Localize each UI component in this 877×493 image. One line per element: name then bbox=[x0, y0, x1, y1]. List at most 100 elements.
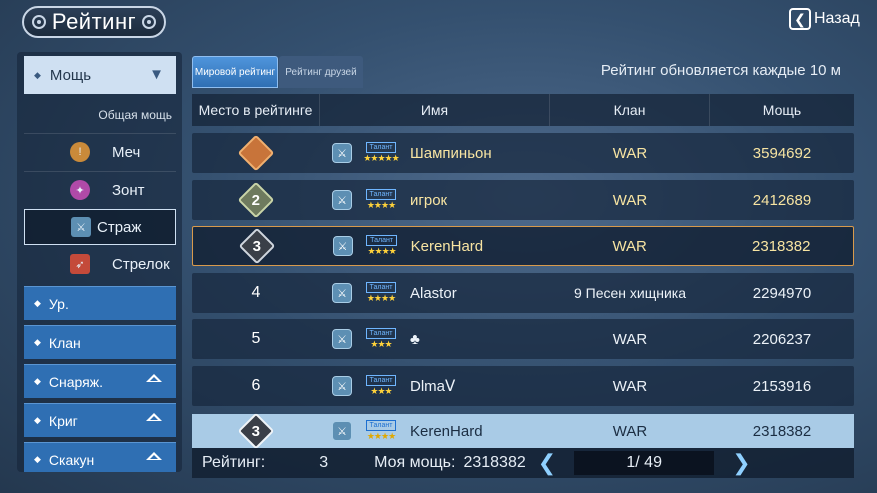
next-page-button[interactable]: ❯ bbox=[732, 450, 750, 476]
rating-value: 3 bbox=[319, 454, 329, 471]
talent-stars: ★★★★★ bbox=[363, 153, 399, 163]
rank-cell: 5 bbox=[251, 330, 261, 347]
talent-badge: Талант ★★★ bbox=[356, 328, 406, 350]
category-label: Мощь bbox=[49, 66, 92, 84]
category-level[interactable]: ◆ Ур. bbox=[24, 286, 176, 320]
guardian-class-icon: ⚔ bbox=[332, 190, 352, 210]
sub-item-label: Зонт bbox=[112, 181, 145, 199]
ornament-icon bbox=[142, 15, 157, 29]
back-arrow-icon: ❮ bbox=[789, 8, 811, 30]
my-power-label: Моя мощь: bbox=[374, 454, 456, 471]
table-row[interactable]: 4 ⚔ Талант ★★★★ Alastor 9 Песен хищника 2… bbox=[192, 273, 854, 313]
talent-label: Талант bbox=[366, 235, 398, 246]
chevron-up-icon bbox=[146, 374, 162, 382]
talent-badge: Талант ★★★★ bbox=[357, 235, 407, 257]
power-cell: 2294970 bbox=[752, 284, 812, 302]
my-ranking-row: 3 ⚔ Талант ★★★★ KerenHard WAR 2318382 bbox=[192, 412, 854, 450]
player-name: ♣ bbox=[410, 330, 420, 348]
power-cell: 2318382 bbox=[752, 422, 812, 440]
rank-cell: 2 bbox=[192, 181, 320, 219]
talent-badge: Талант ★★★★ bbox=[356, 420, 406, 442]
sub-item-sword[interactable]: ! Меч bbox=[24, 134, 176, 170]
rank-cell bbox=[192, 134, 320, 172]
category-label: Ур. bbox=[48, 295, 69, 312]
talent-stars: ★★★ bbox=[370, 339, 392, 349]
name-cell: ⚔ Талант ★★★★ KerenHard bbox=[321, 235, 550, 257]
guardian-class-icon: ⚔ bbox=[332, 143, 352, 163]
column-header-clan: Клан bbox=[550, 94, 710, 126]
category-clan[interactable]: ◆ Клан bbox=[24, 325, 176, 359]
talent-label: Талант bbox=[365, 375, 397, 386]
category-power[interactable]: ◆ Мощь ▼ bbox=[24, 56, 176, 94]
table-header: Место в рейтинге Имя Клан Мощь bbox=[192, 94, 854, 126]
table-row[interactable]: 6 ⚔ Талант ★★★ Dlmaᐯ WAR 2153916 bbox=[192, 366, 854, 406]
player-name: Шампиньон bbox=[410, 144, 492, 162]
page-indicator: 1/ 49 bbox=[574, 451, 715, 475]
diamond-icon: ◆ bbox=[34, 69, 41, 80]
rank-number: 3 bbox=[252, 237, 261, 255]
refresh-note: Рейтинг обновляется каждые 10 м bbox=[600, 62, 841, 79]
column-header-rank: Место в рейтинге bbox=[192, 94, 320, 126]
sub-item-label: Меч bbox=[112, 143, 141, 161]
rank-cell: 4 bbox=[251, 284, 261, 301]
talent-label: Талант bbox=[365, 420, 397, 431]
tab-world-ranking[interactable]: Мировой рейтинг bbox=[192, 56, 278, 88]
talent-label: Талант bbox=[365, 189, 397, 200]
guardian-class-icon: ⚔ bbox=[332, 236, 353, 256]
category-mount[interactable]: ◆ Скакун bbox=[24, 442, 176, 472]
page-title: Рейтинг bbox=[51, 9, 137, 34]
power-cell: 3594692 bbox=[752, 144, 812, 162]
power-cell: 2153916 bbox=[752, 377, 812, 395]
rank-number: 3 bbox=[251, 422, 261, 440]
ornament-icon bbox=[31, 15, 46, 29]
sub-category-total-power[interactable]: Общая мощь bbox=[98, 108, 172, 122]
category-equipment[interactable]: ◆ Снаряж. bbox=[24, 364, 176, 398]
clan-cell: WAR bbox=[612, 422, 648, 440]
guardian-class-icon: ⚔ bbox=[71, 217, 91, 237]
category-label: Клан bbox=[48, 334, 81, 351]
sword-class-icon: ! bbox=[70, 142, 90, 162]
name-cell: ⚔ Талант ★★★ Dlmaᐯ bbox=[320, 375, 550, 397]
back-button[interactable]: ❮ Назад bbox=[789, 4, 867, 34]
archer-class-icon: ➶ bbox=[70, 254, 90, 274]
tab-friends-ranking[interactable]: Рейтинг друзей bbox=[279, 56, 363, 88]
category-krig[interactable]: ◆ Криг bbox=[24, 403, 176, 437]
rank-medal-icon bbox=[237, 134, 275, 172]
player-name: Dlmaᐯ bbox=[410, 378, 456, 395]
table-row-current-player[interactable]: 3 ⚔ Талант ★★★★ KerenHard WAR 2318382 bbox=[192, 226, 854, 266]
table-row[interactable]: 2 ⚔ Талант ★★★★ игрок WAR 2412689 bbox=[192, 180, 854, 220]
diamond-icon: ◆ bbox=[34, 376, 41, 386]
talent-label: Талант bbox=[365, 282, 397, 293]
sub-item-archer[interactable]: ➶ Стрелок bbox=[24, 246, 176, 282]
clan-cell: WAR bbox=[612, 144, 648, 162]
rank-medal-icon: 3 bbox=[237, 412, 275, 450]
sub-item-label: Стрелок bbox=[112, 255, 170, 273]
previous-page-button[interactable]: ❮ bbox=[538, 450, 556, 476]
diamond-icon: ◆ bbox=[34, 415, 41, 425]
column-header-power: Мощь bbox=[762, 102, 802, 118]
table-row[interactable]: 5 ⚔ Талант ★★★ ♣ WAR 2206237 bbox=[192, 319, 854, 359]
power-cell: 2412689 bbox=[752, 191, 812, 209]
guardian-class-icon: ⚔ bbox=[332, 421, 352, 441]
category-label: Снаряж. bbox=[48, 373, 104, 390]
diamond-icon: ◆ bbox=[34, 337, 41, 347]
diamond-icon: ◆ bbox=[34, 454, 41, 464]
sub-item-umbrella[interactable]: ✦ Зонт bbox=[24, 172, 176, 208]
rating-label: Рейтинг: bbox=[202, 454, 266, 471]
column-header-name: Имя bbox=[320, 94, 550, 126]
sub-item-guardian[interactable]: ⚔ Страж bbox=[24, 209, 176, 245]
player-name: игрок bbox=[410, 191, 448, 209]
rank-cell: 3 bbox=[192, 412, 320, 450]
rank-medal-icon: 2 bbox=[237, 181, 275, 219]
table-row[interactable]: ⚔ Талант ★★★★★ Шампиньон WAR 3594692 bbox=[192, 133, 854, 173]
talent-stars: ★★★★ bbox=[366, 431, 396, 441]
guardian-class-icon: ⚔ bbox=[332, 283, 352, 303]
talent-stars: ★★★★ bbox=[366, 293, 396, 303]
talent-badge: Талант ★★★★ bbox=[356, 189, 406, 211]
name-cell: ⚔ Талант ★★★ ♣ bbox=[320, 328, 550, 350]
talent-label: Талант bbox=[365, 142, 397, 153]
talent-stars: ★★★★ bbox=[366, 200, 396, 210]
guardian-class-icon: ⚔ bbox=[332, 376, 352, 396]
rank-number: 2 bbox=[251, 191, 261, 209]
chevron-down-icon: ▼ bbox=[149, 66, 164, 83]
